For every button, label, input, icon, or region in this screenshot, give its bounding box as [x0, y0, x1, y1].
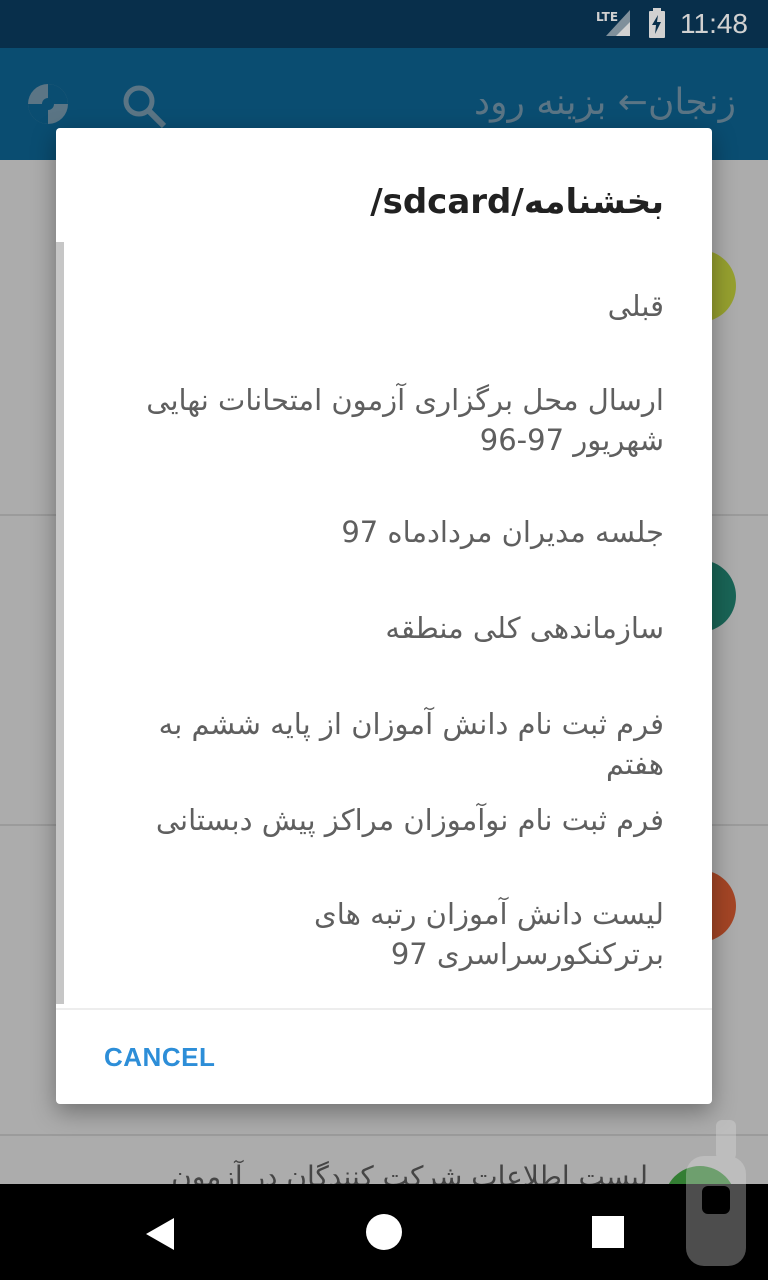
folder-chooser-dialog: /sdcard/بخشنامه قبلی ارسال محل برگزاری آ…: [56, 128, 712, 1104]
list-item[interactable]: فرم ثبت نام دانش آموزان از پایه ششم به ه…: [144, 704, 664, 784]
watermark-logo-icon: [686, 1120, 746, 1266]
list-item-back[interactable]: قبلی: [144, 286, 664, 326]
navigation-bar: [0, 1184, 768, 1280]
recents-icon[interactable]: [592, 1216, 624, 1248]
cancel-button[interactable]: CANCEL: [104, 1042, 215, 1073]
list-item[interactable]: جلسه مدیران مردادماه 97: [144, 512, 664, 552]
list-item[interactable]: لیست دانش آموزان رتبه های برترکنکورسراسر…: [144, 894, 664, 974]
divider: [56, 1008, 712, 1010]
dialog-title: /sdcard/بخشنامه: [370, 182, 664, 222]
list-item[interactable]: سازماندهی کلی منطقه: [144, 608, 664, 648]
list-item[interactable]: ارسال محل برگزاری آزمون امتحانات نهایی ش…: [144, 380, 664, 460]
back-icon[interactable]: [140, 1214, 180, 1254]
scrollbar[interactable]: [56, 242, 64, 1004]
list-item[interactable]: فرم ثبت نام نوآموزان مراکز پیش دبستانی: [144, 800, 664, 840]
home-icon[interactable]: [366, 1214, 402, 1250]
